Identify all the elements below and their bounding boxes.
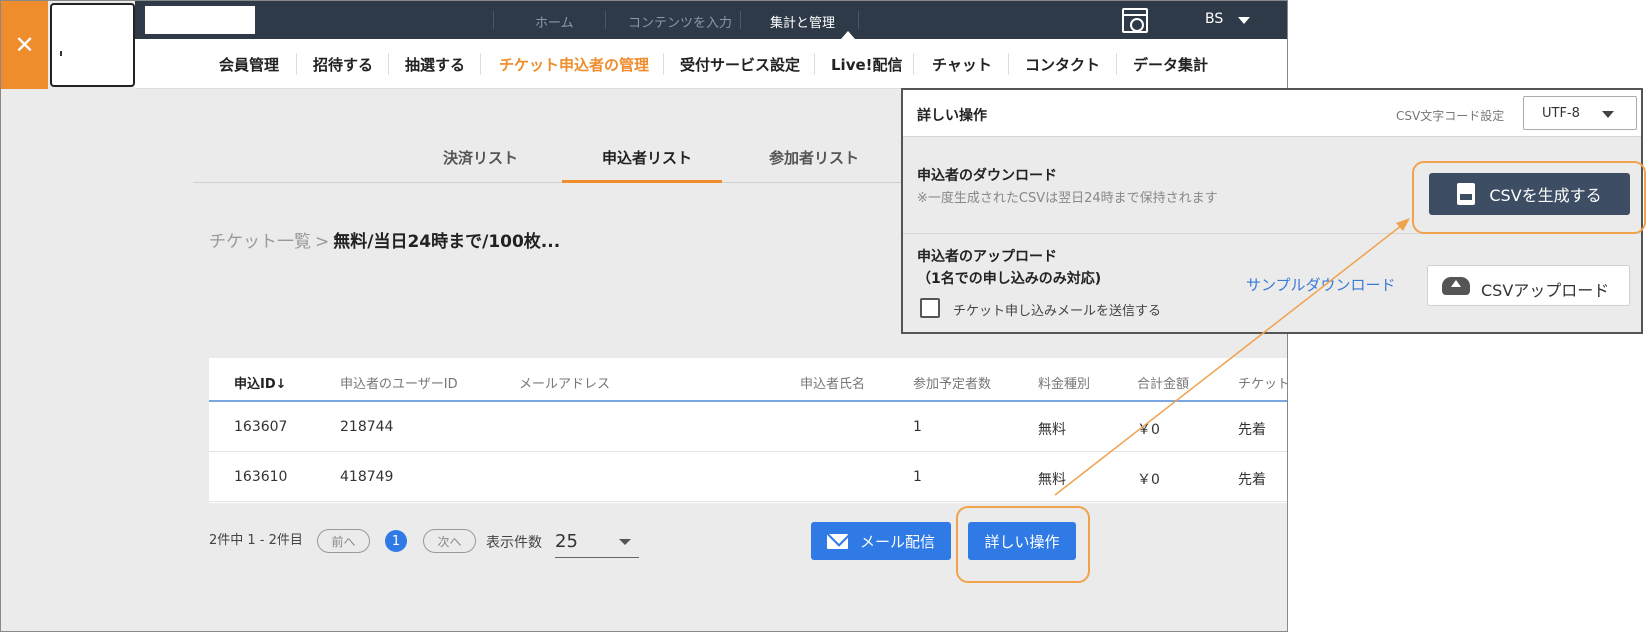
mail-icon — [826, 533, 848, 549]
breadcrumb-separator: > — [315, 232, 330, 252]
toplink-home[interactable]: ホーム — [535, 12, 574, 31]
sort-arrow-icon: ↓ — [275, 377, 287, 392]
toplink-manage[interactable]: 集計と管理 — [770, 12, 835, 31]
col-attendees: 参加予定者数 — [913, 377, 992, 392]
next-page-button[interactable]: 次へ — [423, 529, 476, 553]
panel-header: 詳しい操作 CSV文字コード設定 UTF-8 — [903, 90, 1641, 137]
per-page-label: 表示件数 — [486, 535, 542, 551]
active-caret — [841, 31, 855, 39]
chevron-down-icon — [619, 539, 631, 545]
col-email: メールアドレス — [519, 377, 611, 392]
send-mail-label: チケット申し込みメールを送信する — [953, 304, 1162, 319]
cell-ticket: 先着 — [1238, 422, 1266, 438]
highlight-ring — [1412, 161, 1646, 234]
encoding-value: UTF-8 — [1542, 106, 1580, 121]
mail-delivery-button[interactable]: メール配信 — [811, 522, 951, 560]
table-row[interactable]: 163610 418749 1 無料 ￥0 先着 — [209, 452, 1287, 502]
globe-icon[interactable] — [1122, 8, 1148, 33]
per-page-value: 25 — [555, 531, 578, 552]
col-total: 合計金額 — [1137, 377, 1190, 392]
prev-page-button[interactable]: 前へ — [317, 529, 370, 553]
active-tab-underline — [562, 180, 722, 183]
cell-user-id: 418749 — [340, 469, 394, 485]
cloud-upload-icon — [1442, 277, 1470, 295]
cell-attendees: 1 — [913, 469, 922, 485]
col-fee-type: 料金種別 — [1038, 377, 1091, 392]
upload-csv-label: CSVアップロード — [1481, 281, 1610, 300]
download-note: ※一度生成されたCSVは翌日24時まで保持されます — [917, 191, 1218, 206]
top-bar: ホーム コンテンツを入力 集計と管理 BS — [135, 1, 1287, 39]
encoding-select[interactable]: UTF-8 — [1523, 96, 1637, 130]
tab-applicants[interactable]: 申込者リスト — [602, 147, 692, 168]
col-application-id[interactable]: 申込ID↓ — [234, 373, 287, 392]
nav-data[interactable]: データ集計 — [1133, 54, 1208, 75]
chevron-down-icon[interactable] — [1238, 17, 1250, 24]
chevron-down-icon — [1602, 111, 1614, 118]
nav-chat[interactable]: チャット — [932, 54, 992, 75]
cell-user-id: 218744 — [340, 419, 394, 435]
col-name: 申込者氏名 — [800, 377, 866, 392]
breadcrumb-ticket-list[interactable]: チケット一覧 — [209, 232, 311, 252]
page-number-current[interactable]: 1 — [385, 530, 407, 552]
cell-total: ￥0 — [1137, 422, 1160, 438]
highlight-ring — [956, 506, 1090, 583]
upload-section-subtitle: （1名での申し込みのみ対応) — [917, 271, 1102, 287]
nav-contact[interactable]: コンタクト — [1025, 54, 1100, 75]
encoding-label: CSV文字コード設定 — [1396, 109, 1505, 123]
download-section-title: 申込者のダウンロード — [917, 168, 1057, 184]
main-nav: 会員管理 招待する 抽選する チケット申込者の管理 受付サービス設定 Live!… — [135, 39, 1287, 89]
per-page-select[interactable]: 25 — [555, 526, 639, 558]
nav-reception-settings[interactable]: 受付サービス設定 — [680, 54, 800, 75]
site-title-block — [145, 6, 255, 34]
tab-participants[interactable]: 参加者リスト — [769, 147, 859, 168]
cell-application-id: 163607 — [234, 419, 288, 435]
breadcrumb-current: 無料/当日24時まで/100枚... — [333, 232, 561, 252]
logo — [50, 3, 135, 87]
cell-total: ￥0 — [1137, 472, 1160, 488]
applicant-table: 申込ID↓ 申込者のユーザーID メールアドレス 申込者氏名 参加予定者数 料金… — [209, 358, 1288, 503]
nav-invite[interactable]: 招待する — [313, 54, 373, 75]
col-ticket: チケット — [1238, 377, 1288, 392]
nav-live[interactable]: Live!配信 — [831, 54, 903, 75]
cell-fee-type: 無料 — [1038, 422, 1066, 438]
sample-download-link[interactable]: サンプルダウンロード — [1246, 274, 1396, 295]
send-mail-checkbox[interactable] — [920, 298, 940, 318]
cell-fee-type: 無料 — [1038, 472, 1066, 488]
cell-application-id: 163610 — [234, 469, 288, 485]
pagination-summary: 2件中 1 - 2件目 — [209, 533, 303, 548]
upload-section-title: 申込者のアップロード — [917, 249, 1057, 265]
col-user-id: 申込者のユーザーID — [340, 377, 458, 392]
nav-ticket-applicants[interactable]: チケット申込者の管理 — [499, 54, 649, 75]
upload-csv-button[interactable]: CSVアップロード — [1427, 265, 1630, 306]
nav-lottery[interactable]: 抽選する — [405, 54, 465, 75]
table-header: 申込ID↓ 申込者のユーザーID メールアドレス 申込者氏名 参加予定者数 料金… — [209, 358, 1288, 402]
close-icon[interactable]: ✕ — [1, 1, 48, 89]
cell-ticket: 先着 — [1238, 472, 1266, 488]
nav-members[interactable]: 会員管理 — [219, 54, 279, 75]
table-row[interactable]: 163607 218744 1 無料 ￥0 先着 — [209, 402, 1287, 452]
user-menu[interactable]: BS — [1205, 11, 1223, 27]
mail-delivery-label: メール配信 — [859, 532, 935, 551]
cell-attendees: 1 — [913, 419, 922, 435]
toplink-content[interactable]: コンテンツを入力 — [628, 12, 732, 31]
breadcrumb: チケット一覧 > 無料/当日24時まで/100枚... — [209, 227, 560, 252]
panel-title: 詳しい操作 — [917, 108, 987, 124]
tab-payments[interactable]: 決済リスト — [443, 147, 518, 168]
